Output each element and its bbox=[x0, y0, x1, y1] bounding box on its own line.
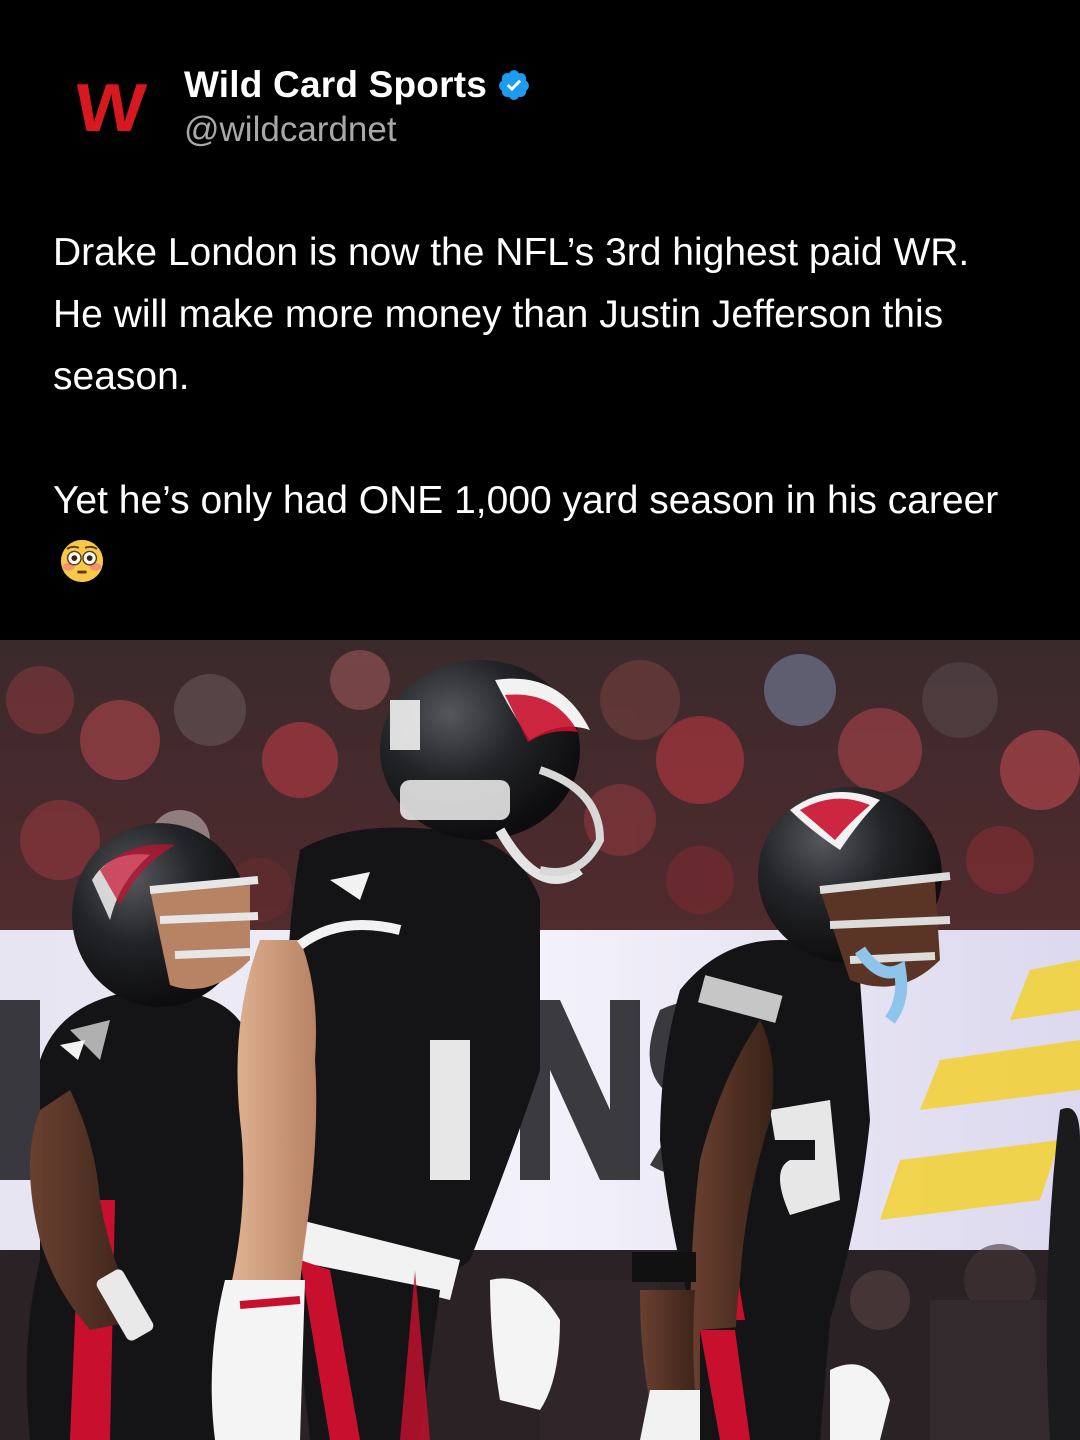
account-name-row[interactable]: Wild Card Sports bbox=[184, 62, 531, 108]
verified-badge-icon bbox=[499, 70, 529, 100]
post-header: W Wild Card Sports @wildcardnet Drake Lo… bbox=[0, 0, 1080, 640]
account-name[interactable]: Wild Card Sports bbox=[184, 64, 487, 106]
flushed-face-emoji-icon bbox=[60, 539, 104, 583]
post-body: Drake London is now the NFL’s 3rd highes… bbox=[53, 222, 1013, 594]
post-paragraph-1: Drake London is now the NFL’s 3rd highes… bbox=[53, 231, 970, 398]
photo-illustration bbox=[0, 640, 1080, 1440]
football-players-photo[interactable] bbox=[0, 640, 1080, 1440]
avatar-logo-letter: W bbox=[71, 70, 145, 146]
post-paragraph-2-text: Yet he’s only had ONE 1,000 yard season … bbox=[53, 479, 999, 522]
account-avatar[interactable]: W bbox=[71, 70, 145, 146]
account-handle[interactable]: @wildcardnet bbox=[184, 110, 397, 150]
post-paragraph-2: Yet he’s only had ONE 1,000 yard season … bbox=[53, 470, 1013, 594]
